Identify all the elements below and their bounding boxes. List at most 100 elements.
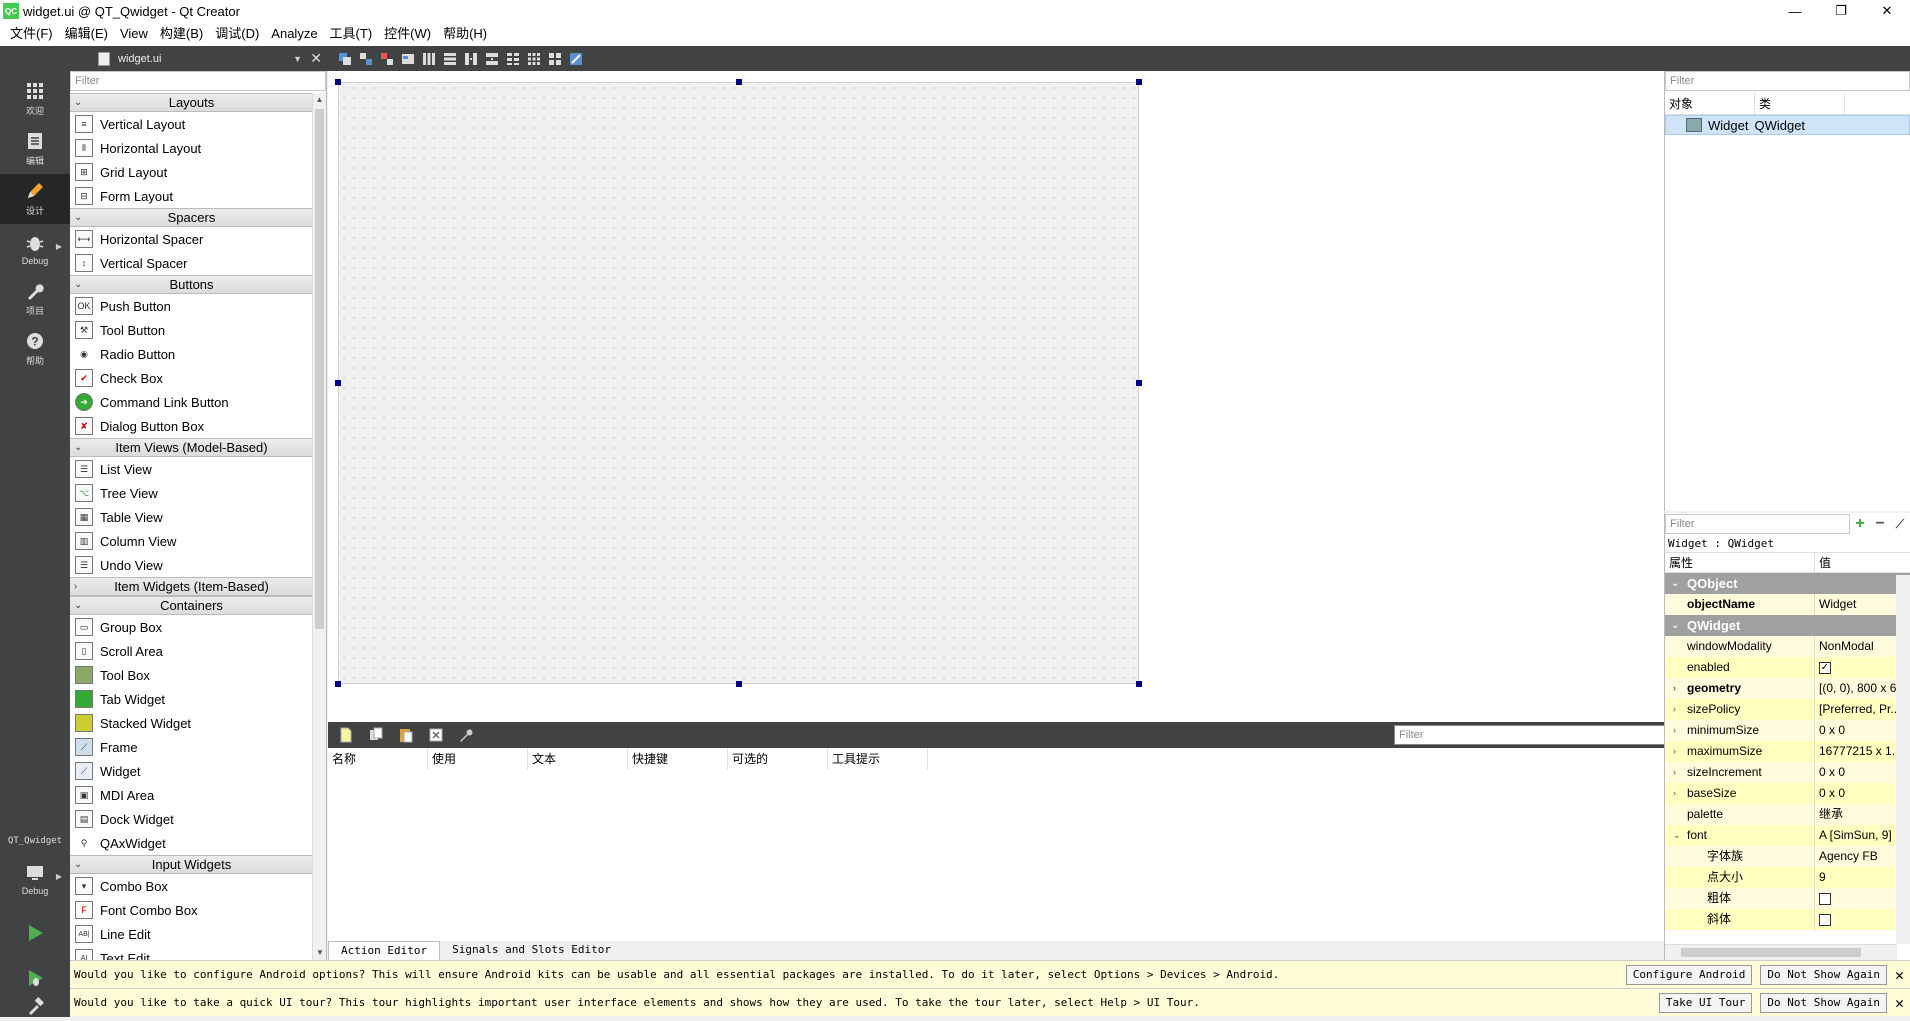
configure-action-button[interactable] [456,726,476,744]
resize-handle[interactable] [736,681,742,687]
widget-item-horizontal-layout[interactable]: ⦀ Horizontal Layout [70,136,313,160]
property-row[interactable]: › baseSize 0 x 0 [1665,783,1910,804]
menu-help[interactable]: 帮助(H) [437,22,493,46]
mode-welcome[interactable]: 欢迎 [0,74,70,124]
column-header-value[interactable]: 值 [1815,553,1831,572]
property-row[interactable]: 斜体 [1665,909,1910,930]
widget-item-tree-view[interactable]: ⌥ Tree View [70,481,313,505]
widget-item-column-view[interactable]: ▥ Column View [70,529,313,553]
widget-item-horizontal-spacer[interactable]: ⟷ Horizontal Spacer [70,227,313,251]
property-row[interactable]: › geometry [(0, 0), 800 x 6... [1665,678,1910,699]
paste-action-button[interactable] [396,726,416,744]
remove-dynamic-property-button[interactable]: − [1870,514,1890,534]
close-icon[interactable]: ✕ [1895,966,1904,984]
column-header-shortcut[interactable]: 快捷键 [628,748,728,770]
widget-item-scroll-area[interactable]: ▯ Scroll Area [70,639,313,663]
layout-form-button[interactable] [504,51,521,67]
property-row[interactable]: 点大小 9 [1665,867,1910,888]
widget-item-line-edit[interactable]: AB| Line Edit [70,922,313,946]
widget-item-radio-button[interactable]: ◉ Radio Button [70,342,313,366]
object-filter-input[interactable]: Filter [1665,71,1910,91]
widget-item-tool-box[interactable]: Tool Box [70,663,313,687]
widget-item-table-view[interactable]: ▦ Table View [70,505,313,529]
mode-debug[interactable]: Debug ▶ [0,224,70,274]
bold-checkbox[interactable] [1819,892,1831,905]
widget-item-text-edit[interactable]: AI Text Edit [70,946,313,960]
chevron-down-icon[interactable]: ▼ [293,54,302,64]
widget-item-push-button[interactable]: OK Push Button [70,294,313,318]
column-header-name[interactable]: 名称 [328,748,428,770]
debug-run-button[interactable] [0,959,70,999]
edit-tab-order-button[interactable] [399,51,416,67]
category-spacers[interactable]: ⌄ Spacers [70,208,313,227]
category-containers[interactable]: ⌄ Containers [70,596,313,615]
resize-handle[interactable] [1136,380,1142,386]
edit-buddies-button[interactable] [378,51,395,67]
column-header-checkable[interactable]: 可选的 [728,748,828,770]
run-button[interactable] [0,914,70,954]
widget-item-vertical-spacer[interactable]: ↕ Vertical Spacer [70,251,313,275]
widget-item-frame[interactable]: ⟋ Frame [70,735,313,759]
menu-build[interactable]: 构建(B) [154,22,209,46]
category-buttons[interactable]: ⌄ Buttons [70,275,313,294]
widget-item-font-combo-box[interactable]: F Font Combo Box [70,898,313,922]
mode-projects[interactable]: 项目 [0,274,70,324]
scroll-down-icon[interactable]: ▼ [313,946,327,960]
widget-box-filter-input[interactable]: Filter [70,71,326,91]
widget-item-widget[interactable]: ⟋ Widget [70,759,313,783]
copy-action-button[interactable] [366,726,386,744]
scroll-up-icon[interactable]: ▲ [313,93,326,107]
property-row[interactable]: enabled ✓ [1665,657,1910,678]
edit-signals-slots-button[interactable] [357,51,374,67]
adjust-size-button[interactable] [567,51,584,67]
mode-design[interactable]: 设计 [0,174,70,224]
enabled-checkbox[interactable]: ✓ [1819,661,1831,674]
menu-edit[interactable]: 编辑(E) [59,22,114,46]
property-row[interactable]: objectName Widget [1665,594,1910,615]
widget-item-qaxwidget[interactable]: ⚲ QAxWidget [70,831,313,855]
property-group-qwidget[interactable]: ⌄ QWidget [1665,615,1910,636]
close-icon[interactable]: ✕ [1895,994,1904,1012]
resize-handle[interactable] [1136,681,1142,687]
widget-item-form-layout[interactable]: ⊟ Form Layout [70,184,313,208]
mode-edit[interactable]: 编辑 [0,124,70,174]
column-header-object[interactable]: 对象 [1665,93,1755,114]
menu-widgets[interactable]: 控件(W) [378,22,437,46]
widget-item-undo-view[interactable]: ☰ Undo View [70,553,313,577]
property-row[interactable]: › maximumSize 16777215 x 1... [1665,741,1910,762]
widget-item-grid-layout[interactable]: ⊞ Grid Layout [70,160,313,184]
widget-item-tab-widget[interactable]: Tab Widget [70,687,313,711]
take-ui-tour-button[interactable]: Take UI Tour [1658,992,1753,1013]
resize-handle[interactable] [1136,79,1142,85]
column-header-class[interactable]: 类 [1755,93,1845,114]
configure-android-button[interactable]: Configure Android [1625,964,1753,985]
delete-action-button[interactable] [426,726,446,744]
menu-file[interactable]: 文件(F) [4,22,59,46]
resize-handle[interactable] [335,380,341,386]
property-editor-hscrollbar[interactable] [1665,944,1897,960]
new-action-button[interactable] [336,726,356,744]
widget-item-list-view[interactable]: ☰ List View [70,457,313,481]
build-button[interactable] [0,996,70,1021]
widget-item-group-box[interactable]: ▭ Group Box [70,615,313,639]
property-row[interactable]: 字体族 Agency FB [1665,846,1910,867]
column-header-used[interactable]: 使用 [428,748,528,770]
category-item-views[interactable]: ⌄ Item Views (Model-Based) [70,438,313,457]
property-row[interactable]: › minimumSize 0 x 0 [1665,720,1910,741]
layout-splitter-horizontal-button[interactable] [462,51,479,67]
minimize-button[interactable]: — [1772,0,1818,22]
menu-debug[interactable]: 调试(D) [209,22,265,46]
kit-selector[interactable]: Debug ▶ [0,854,70,904]
property-row[interactable]: windowModality NonModal [1665,636,1910,657]
widget-item-stacked-widget[interactable]: Stacked Widget [70,711,313,735]
property-row[interactable]: 粗体 [1665,888,1910,909]
do-not-show-again-button[interactable]: Do Not Show Again [1760,964,1887,985]
layout-splitter-vertical-button[interactable] [483,51,500,67]
maximize-button[interactable]: ❐ [1818,0,1864,22]
widget-item-command-link-button[interactable]: ➜ Command Link Button [70,390,313,414]
form-widget[interactable] [338,82,1139,684]
widget-item-mdi-area[interactable]: ▣ MDI Area [70,783,313,807]
close-window-button[interactable]: ✕ [1864,0,1910,22]
edit-widgets-button[interactable] [336,51,353,67]
italic-checkbox[interactable] [1819,913,1831,926]
